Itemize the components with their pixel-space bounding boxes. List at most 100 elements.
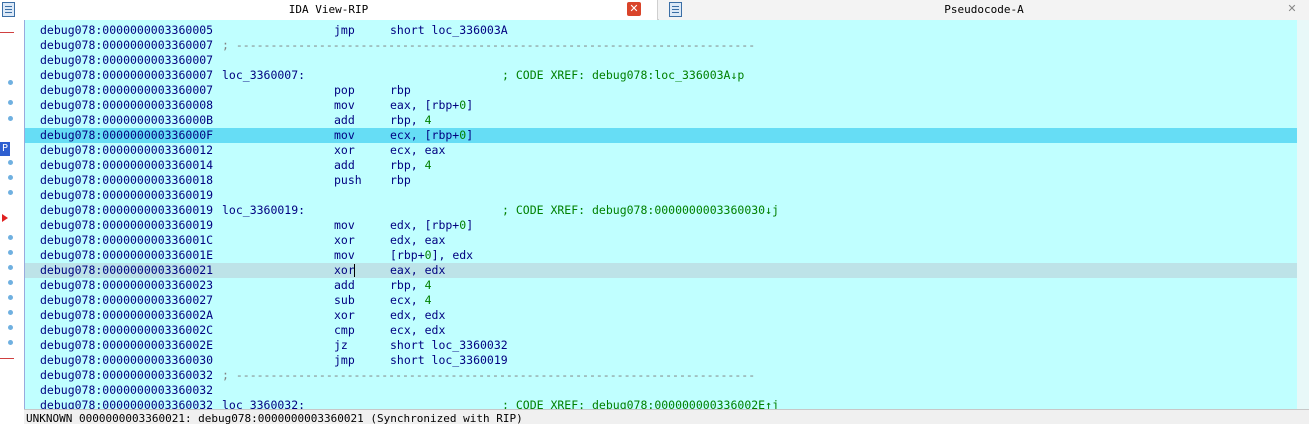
operands[interactable]: ecx, [rbp+0] [390,128,473,143]
line-address[interactable]: debug078:0000000003360027 [40,293,213,308]
operands[interactable]: short loc_3360019 [390,353,508,368]
line-address[interactable]: debug078:0000000003360030 [40,353,213,368]
listing-line[interactable]: debug078:0000000003360007 [25,53,1309,68]
listing-line[interactable]: debug078:0000000003360007 loc_3360007: ; C… [25,68,1309,83]
mnemonic[interactable]: jmp [334,353,355,368]
line-address[interactable]: debug078:0000000003360032 [40,368,213,383]
listing-line[interactable]: debug078:0000000003360032 [25,383,1309,398]
line-address[interactable]: debug078:0000000003360032 [40,383,213,398]
tab-pseudocode-a[interactable]: Pseudocode-A ✕ [659,0,1309,20]
line-address[interactable]: debug078:0000000003360007 [40,83,213,98]
mnemonic[interactable]: xor [334,143,355,158]
operands[interactable]: eax, [rbp+0] [390,98,473,113]
line-address[interactable]: debug078:000000000336001E [40,248,213,263]
mnemonic[interactable]: add [334,158,355,173]
mnemonic[interactable]: xor [334,233,355,248]
listing-line[interactable]: debug078:0000000003360032 loc_3360032: ; C… [25,398,1309,409]
line-address[interactable]: debug078:000000000336002A [40,308,213,323]
mnemonic[interactable]: jmp [334,23,355,38]
listing-line[interactable]: debug078:000000000336002A xor edx, edx [25,308,1309,323]
listing-line[interactable]: debug078:0000000003360018 push rbp [25,173,1309,188]
line-address[interactable]: debug078:0000000003360012 [40,143,213,158]
vertical-scrollbar[interactable] [1297,20,1309,409]
listing-line[interactable]: debug078:000000000336002E jz short loc_336… [25,338,1309,353]
mnemonic[interactable]: push [334,173,362,188]
mnemonic[interactable]: xor [334,263,355,278]
xref-comment[interactable]: ; CODE XREF: debug078:loc_336003A↓p [502,68,744,83]
operands[interactable]: ecx, eax [390,143,445,158]
line-address[interactable]: debug078:0000000003360014 [40,158,213,173]
operands[interactable]: edx, edx [390,308,445,323]
operands[interactable]: edx, eax [390,233,445,248]
line-address[interactable]: debug078:0000000003360019 [40,188,213,203]
mnemonic[interactable]: mov [334,218,355,233]
mnemonic[interactable]: cmp [334,323,355,338]
listing-line[interactable]: debug078:000000000336000F mov ecx, [rbp+0] [25,128,1309,143]
line-address[interactable]: debug078:0000000003360019 [40,218,213,233]
line-address[interactable]: debug078:000000000336000B [40,113,213,128]
mnemonic[interactable]: add [334,113,355,128]
operands[interactable]: rbp, 4 [390,158,432,173]
code-label[interactable]: loc_3360007: [222,68,305,83]
line-address[interactable]: debug078:0000000003360005 [40,23,213,38]
listing-line[interactable]: debug078:0000000003360021 xor eax, edx [25,263,1309,278]
operands[interactable]: [rbp+0], edx [390,248,473,263]
listing-line[interactable]: debug078:0000000003360014 add rbp, 4 [25,158,1309,173]
listing-line[interactable]: debug078:0000000003360008 mov eax, [rbp+0] [25,98,1309,113]
mnemonic[interactable]: mov [334,248,355,263]
operands[interactable]: rbp [390,83,411,98]
arrows-gutter[interactable]: P [0,20,22,424]
xref-comment[interactable]: ; CODE XREF: debug078:0000000003360030↓j [502,203,779,218]
operands[interactable]: short loc_336003A [390,23,508,38]
listing-line[interactable]: debug078:0000000003360005 jmp short loc_33… [25,23,1309,38]
line-address[interactable]: debug078:000000000336000F [40,128,213,143]
operands[interactable]: ecx, 4 [390,293,432,308]
listing-line[interactable]: debug078:0000000003360007 pop rbp [25,83,1309,98]
mnemonic[interactable]: mov [334,128,355,143]
xref-comment[interactable]: ; CODE XREF: debug078:000000000336002E↑j [502,398,779,409]
listing-line[interactable]: debug078:0000000003360019 [25,188,1309,203]
listing-line[interactable]: debug078:0000000003360019 loc_3360019: ; C… [25,203,1309,218]
line-address[interactable]: debug078:0000000003360023 [40,278,213,293]
listing-line[interactable]: debug078:0000000003360007 ; -------------… [25,38,1309,53]
listing-line[interactable]: debug078:0000000003360027 sub ecx, 4 [25,293,1309,308]
operands[interactable]: rbp, 4 [390,113,432,128]
listing-line[interactable]: debug078:0000000003360012 xor ecx, eax [25,143,1309,158]
operands[interactable]: edx, [rbp+0] [390,218,473,233]
listing-line[interactable]: debug078:000000000336000B add rbp, 4 [25,113,1309,128]
code-label[interactable]: loc_3360019: [222,203,305,218]
line-address[interactable]: debug078:0000000003360007 [40,53,213,68]
code-label[interactable]: loc_3360032: [222,398,305,409]
mnemonic[interactable]: sub [334,293,355,308]
line-address[interactable]: debug078:0000000003360007 [40,38,213,53]
operands[interactable]: rbp, 4 [390,278,432,293]
listing-line[interactable]: debug078:000000000336002C cmp ecx, edx [25,323,1309,338]
operands[interactable]: short loc_3360032 [390,338,508,353]
listing-line[interactable]: debug078:0000000003360023 add rbp, 4 [25,278,1309,293]
operands[interactable]: ecx, edx [390,323,445,338]
listing-line[interactable]: debug078:0000000003360032 ; -------------… [25,368,1309,383]
line-address[interactable]: debug078:000000000336002C [40,323,213,338]
line-address[interactable]: debug078:0000000003360032 [40,398,213,409]
mnemonic[interactable]: add [334,278,355,293]
mnemonic[interactable]: jz [334,338,348,353]
listing-line[interactable]: debug078:000000000336001C xor edx, eax [25,233,1309,248]
listing-line[interactable]: debug078:000000000336001E mov [rbp+0], edx [25,248,1309,263]
line-address[interactable]: debug078:0000000003360019 [40,203,213,218]
line-address[interactable]: debug078:0000000003360008 [40,98,213,113]
mnemonic[interactable]: mov [334,98,355,113]
line-address[interactable]: debug078:000000000336002E [40,338,213,353]
disassembly-listing[interactable]: debug078:0000000003360005 jmp short loc_33… [24,20,1309,409]
line-address[interactable]: debug078:000000000336001C [40,233,213,248]
listing-line[interactable]: debug078:0000000003360030 jmp short loc_33… [25,353,1309,368]
mnemonic[interactable]: pop [334,83,355,98]
line-address[interactable]: debug078:0000000003360021 [40,263,213,278]
line-address[interactable]: debug078:0000000003360007 [40,68,213,83]
close-icon[interactable]: ✕ [627,2,641,16]
mnemonic[interactable]: xor [334,308,355,323]
tab-ida-view-rip[interactable]: IDA View-RIP ✕ [0,0,658,20]
close-icon[interactable]: ✕ [1285,2,1299,16]
listing-line[interactable]: debug078:0000000003360019 mov edx, [rbp+0] [25,218,1309,233]
line-address[interactable]: debug078:0000000003360018 [40,173,213,188]
operands[interactable]: rbp [390,173,411,188]
